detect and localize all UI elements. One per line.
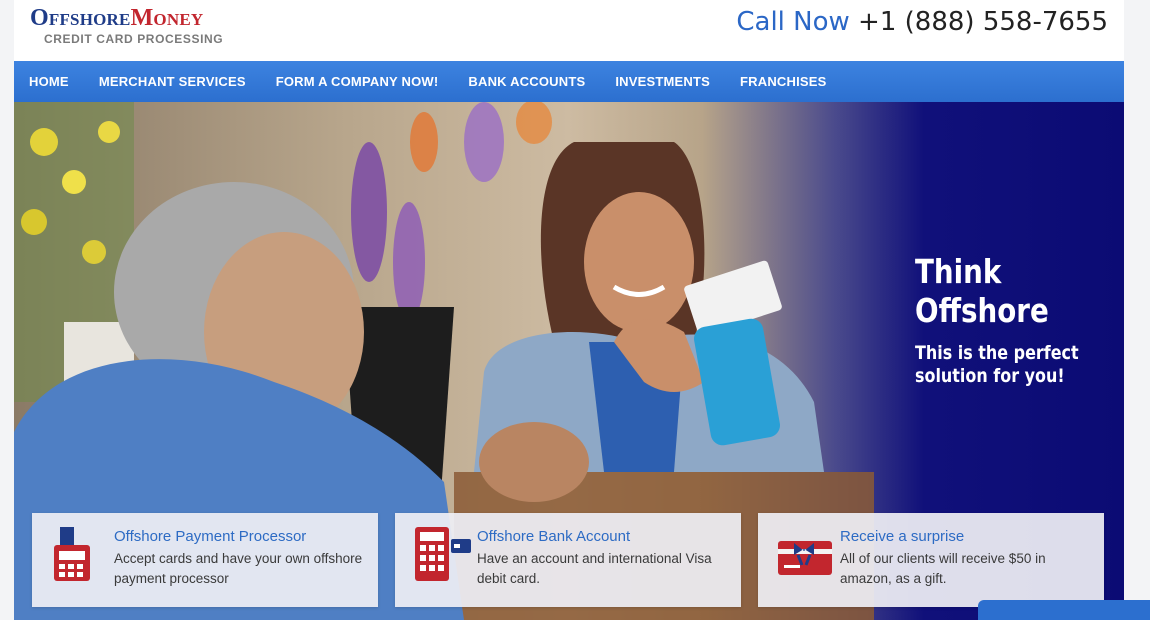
flowers-purple: [351, 102, 552, 322]
call-now[interactable]: Call Now +1 (888) 558-7655: [736, 8, 1108, 36]
card-title: Receive a surprise: [840, 528, 965, 545]
hero-title: Think Offshore: [915, 252, 1108, 330]
hero-title-line-2: Offshore: [915, 291, 1049, 330]
hero-subtitle-line-1: This is the perfect: [915, 342, 1079, 364]
hero-subtitle: This is the perfect solution for you!: [915, 342, 1108, 388]
hero-title-line-1: Think: [915, 252, 1002, 291]
phone-number[interactable]: +1 (888) 558-7655: [858, 7, 1108, 37]
feature-card-surprise[interactable]: Receive a surprise All of our clients wi…: [758, 513, 1104, 607]
logo-tagline: CREDIT CARD PROCESSING: [44, 32, 224, 46]
site-header: OffshoreMoney CREDIT CARD PROCESSING Cal…: [14, 0, 1124, 60]
card-description: Have an account and international Visa d…: [477, 551, 712, 586]
calculator-card-icon: [415, 527, 471, 581]
page: OffshoreMoney CREDIT CARD PROCESSING Cal…: [14, 0, 1124, 620]
site-logo[interactable]: OffshoreMoney CREDIT CARD PROCESSING: [30, 6, 223, 46]
payment-terminal-icon: [54, 527, 90, 581]
nav-merchant-services[interactable]: MERCHANT SERVICES: [84, 61, 261, 102]
gift-card-icon: [778, 541, 832, 575]
card-title: Offshore Bank Account: [477, 528, 631, 545]
hero-subtitle-line-2: solution for you!: [915, 365, 1065, 387]
hero-text: Think Offshore This is the perfect solut…: [915, 252, 1124, 388]
card-description: All of our clients will receive $50 in a…: [840, 551, 1046, 586]
feature-card-payment-processor[interactable]: Offshore Payment Processor Accept cards …: [32, 513, 378, 607]
logo-part-offshore: Offshore: [30, 5, 131, 31]
card-title: Offshore Payment Processor: [114, 528, 307, 545]
chat-tab[interactable]: [978, 600, 1150, 620]
card-description: Accept cards and have your own offshore …: [114, 551, 363, 586]
main-nav: HOME MERCHANT SERVICES FORM A COMPANY NO…: [14, 61, 1124, 102]
logo-wordmark: OffshoreMoney: [30, 6, 223, 30]
nav-home[interactable]: HOME: [14, 61, 84, 102]
call-now-label: Call Now: [736, 7, 850, 37]
logo-part-money: Money: [130, 5, 204, 31]
nav-form-a-company[interactable]: FORM A COMPANY NOW!: [261, 61, 454, 102]
nav-franchises[interactable]: FRANCHISES: [725, 61, 842, 102]
feature-card-bank-account[interactable]: Offshore Bank Account Have an account an…: [395, 513, 741, 607]
nav-bank-accounts[interactable]: BANK ACCOUNTS: [453, 61, 600, 102]
nav-investments[interactable]: INVESTMENTS: [600, 61, 725, 102]
